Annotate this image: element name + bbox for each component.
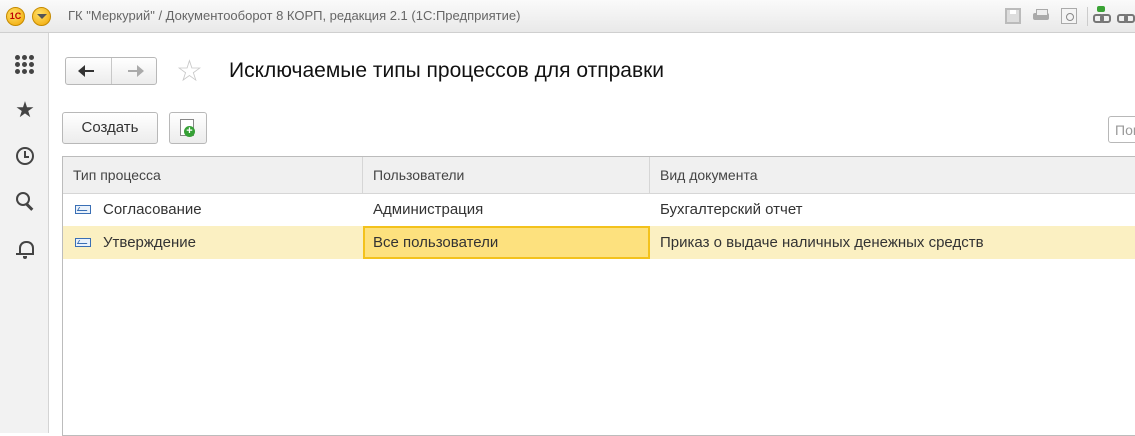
table-header: Тип процесса Пользователи Вид документа (63, 157, 1135, 194)
column-header-document-type[interactable]: Вид документа (650, 157, 1135, 193)
title-bar: 1С ГК "Меркурий" / Документооборот 8 КОР… (0, 0, 1135, 33)
print-icon[interactable] (1033, 8, 1049, 24)
window-title: ГК "Меркурий" / Документооборот 8 КОРП, … (68, 8, 521, 23)
cell-process-type[interactable]: Утверждение (63, 226, 363, 259)
favorite-star-icon[interactable]: ☆ (176, 55, 203, 89)
cell-document-type[interactable]: Бухгалтерский отчет (650, 193, 1135, 226)
history-icon[interactable] (14, 145, 36, 167)
bell-icon[interactable] (14, 238, 36, 260)
save-icon[interactable] (1005, 8, 1021, 24)
back-button[interactable] (66, 58, 112, 84)
create-button[interactable]: Создать (62, 112, 158, 144)
main-menu-button[interactable] (32, 7, 51, 26)
page-title: Исключаемые типы процессов для отправки (229, 59, 665, 82)
table-row-selected[interactable]: Утверждение Все пользователи Приказ о вы… (63, 226, 1135, 259)
app-logo-icon[interactable]: 1С (6, 7, 25, 26)
arrow-left-icon (78, 65, 94, 77)
cell-users[interactable]: Администрация (363, 193, 650, 226)
document-add-icon (180, 119, 195, 137)
toolbar-divider (1087, 7, 1088, 26)
preview-icon[interactable] (1061, 8, 1077, 24)
forward-button[interactable] (112, 58, 157, 84)
cell-users-selected[interactable]: Все пользователи (363, 226, 650, 259)
cell-document-type[interactable]: Приказ о выдаче наличных денежных средст… (650, 226, 1135, 259)
arrow-right-icon (128, 65, 144, 77)
search-input[interactable] (1108, 116, 1135, 143)
column-header-users[interactable]: Пользователи (363, 157, 650, 193)
column-header-process-type[interactable]: Тип процесса (63, 157, 363, 193)
grid-icon[interactable] (14, 54, 36, 76)
cell-process-type[interactable]: Согласование (63, 193, 363, 226)
process-types-table: Тип процесса Пользователи Вид документа … (62, 156, 1135, 436)
link-add-icon[interactable] (1093, 6, 1111, 24)
navigation-buttons (65, 57, 157, 85)
star-icon[interactable]: ★ (14, 99, 36, 121)
search-icon[interactable] (14, 191, 36, 213)
sections-panel: ★ (0, 33, 49, 433)
table-row[interactable]: Согласование Администрация Бухгалтерский… (63, 193, 1135, 226)
add-by-copy-button[interactable] (169, 112, 207, 144)
link-icon[interactable] (1117, 8, 1135, 24)
